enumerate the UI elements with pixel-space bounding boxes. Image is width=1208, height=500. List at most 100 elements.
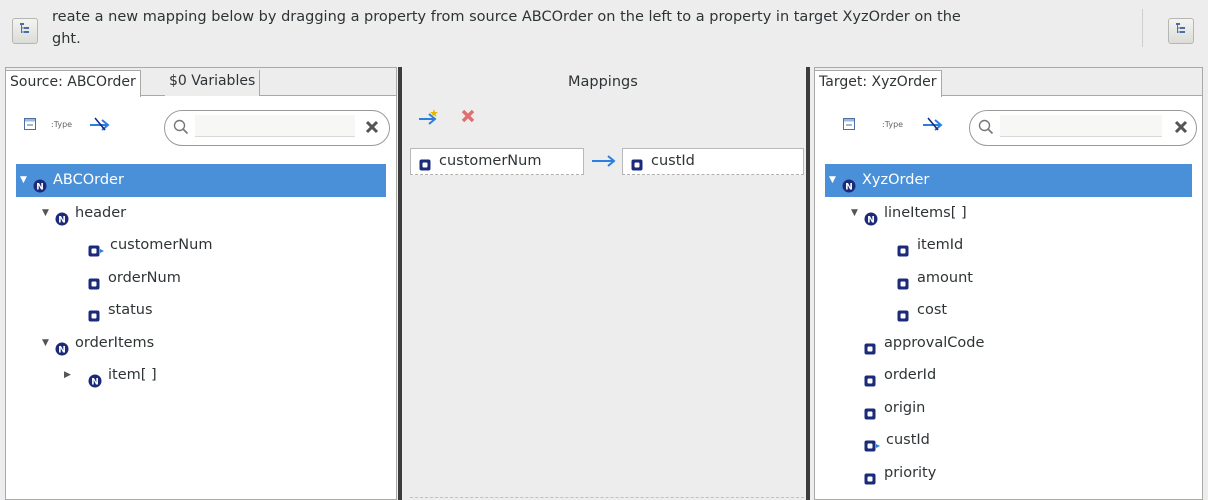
property-icon xyxy=(88,271,102,289)
add-mapping-icon xyxy=(418,109,440,130)
tree-node[interactable]: ▼ NlineItems[ ] xyxy=(825,197,1192,230)
show-types-button[interactable]: :Type xyxy=(881,116,907,136)
tree-node-label: status xyxy=(108,302,153,318)
tree-node-label: orderItems xyxy=(75,334,155,351)
target-search xyxy=(969,110,1197,146)
tree-node[interactable]: ▼ NorderItems xyxy=(16,327,386,360)
show-tree-button-left[interactable] xyxy=(12,18,38,44)
tree-node[interactable]: priority xyxy=(825,457,1192,490)
property-icon xyxy=(897,303,911,322)
mappings-title: Mappings xyxy=(568,74,638,90)
collapse-all-icon xyxy=(23,117,37,135)
svg-text:N: N xyxy=(845,183,853,193)
expander-open-icon[interactable]: ▼ xyxy=(42,197,54,229)
clear-search-icon[interactable] xyxy=(365,120,379,138)
object-icon: N xyxy=(55,206,69,225)
collapse-all-button[interactable] xyxy=(839,116,859,136)
tree-node-label: header xyxy=(75,204,127,221)
target-toolbar: :Type xyxy=(815,106,1202,146)
target-pane: Target: XyzOrder :Type ▼ N XyzOrder ▼ NlineI… xyxy=(814,67,1203,500)
tree-node[interactable]: customerNum xyxy=(16,229,386,262)
collapse-all-icon xyxy=(842,117,856,135)
source-tree: ▼ N ABCOrder ▼ Nheader customerNum orderNum sta… xyxy=(16,164,386,392)
property-icon xyxy=(897,271,911,289)
search-icon xyxy=(173,119,189,139)
svg-text::Type: :Type xyxy=(51,120,72,129)
add-mapping-button[interactable] xyxy=(418,108,440,126)
source-search-input[interactable] xyxy=(195,115,355,137)
tree-node[interactable]: ▶ Nitem[ ] xyxy=(16,359,386,392)
tree-node-label: customerNum xyxy=(110,237,213,253)
mapping-source-field[interactable]: customerNum xyxy=(410,148,584,175)
expander-open-icon[interactable]: ▼ xyxy=(20,164,32,196)
collapse-all-button[interactable] xyxy=(20,116,40,136)
delete-mapping-button[interactable] xyxy=(460,108,482,126)
expander-open-icon[interactable]: ▼ xyxy=(42,327,54,359)
type-icon: :Type xyxy=(50,117,76,135)
tree-node[interactable]: itemId xyxy=(825,229,1192,262)
instruction-line-2: ght. xyxy=(52,31,81,47)
tree-node[interactable]: ▼ N XyzOrder xyxy=(825,164,1192,197)
mapped-property-icon xyxy=(88,238,104,257)
tree-node[interactable]: approvalCode xyxy=(825,327,1192,360)
tree-layout-icon xyxy=(1174,22,1188,40)
property-icon xyxy=(88,303,102,322)
property-icon xyxy=(864,336,878,354)
source-search xyxy=(164,110,390,146)
tree-node-label: approvalCode xyxy=(884,334,985,351)
tree-node-label: XyzOrder xyxy=(862,172,930,188)
svg-text::Type: :Type xyxy=(882,120,903,129)
tree-node-label: origin xyxy=(884,399,926,416)
show-tree-button-right[interactable] xyxy=(1168,18,1194,44)
source-pane: Source: ABCOrder $0 Variables :Type ▼ N AB… xyxy=(5,67,397,500)
target-tabbar: Target: XyzOrder xyxy=(814,68,1202,97)
tree-node-label: orderId xyxy=(884,367,937,383)
tree-node[interactable]: custId xyxy=(825,424,1192,457)
right-splitter[interactable] xyxy=(806,67,810,500)
tree-node-label: itemId xyxy=(917,237,964,253)
show-mapped-button[interactable] xyxy=(921,116,945,136)
tree-node[interactable]: ▼ Nheader xyxy=(16,197,386,230)
object-icon: N xyxy=(33,173,47,193)
property-icon xyxy=(897,238,911,257)
mapped-filter-icon xyxy=(88,115,112,137)
instruction-line-1: reate a new mapping below by dragging a … xyxy=(52,9,961,25)
tree-node[interactable]: ▼ N ABCOrder xyxy=(16,164,386,197)
property-icon xyxy=(864,466,878,484)
show-types-button[interactable]: :Type xyxy=(50,116,76,136)
object-icon: N xyxy=(842,173,856,193)
expander-open-icon[interactable]: ▼ xyxy=(829,164,841,196)
svg-text:N: N xyxy=(867,215,875,225)
tree-node[interactable]: orderNum xyxy=(16,262,386,295)
tree-node-label: orderNum xyxy=(108,269,181,286)
expander-open-icon[interactable]: ▼ xyxy=(851,197,863,229)
source-toolbar: :Type xyxy=(6,106,396,146)
tree-node[interactable]: amount xyxy=(825,262,1192,295)
show-mapped-button[interactable] xyxy=(88,116,112,136)
property-icon xyxy=(419,155,431,171)
tree-node[interactable]: status xyxy=(16,294,386,327)
clear-search-icon[interactable] xyxy=(1174,120,1188,138)
mapping-arrow-icon xyxy=(591,152,617,170)
mapping-target-field[interactable]: custId xyxy=(622,148,804,175)
tree-node[interactable]: orderId xyxy=(825,359,1192,392)
tab-target[interactable]: Target: XyzOrder xyxy=(814,70,942,97)
tab-source[interactable]: Source: ABCOrder xyxy=(5,70,141,97)
tree-node[interactable]: cost xyxy=(825,294,1192,327)
object-icon: N xyxy=(88,368,102,388)
object-icon: N xyxy=(55,336,69,355)
instruction-text: reate a new mapping below by dragging a … xyxy=(52,6,1132,50)
property-icon xyxy=(631,155,643,171)
tab-variables[interactable]: $0 Variables xyxy=(165,70,261,96)
mapping-source-label: customerNum xyxy=(439,153,542,169)
tree-node-label: lineItems[ ] xyxy=(884,204,967,221)
tree-node-label: amount xyxy=(917,269,973,286)
target-tree: ▼ N XyzOrder ▼ NlineItems[ ] itemId amount cost… xyxy=(825,164,1192,489)
tree-node-label: priority xyxy=(884,464,937,481)
target-search-input[interactable] xyxy=(1000,115,1162,137)
source-tabbar: Source: ABCOrder $0 Variables xyxy=(5,68,396,97)
expander-closed-icon[interactable]: ▶ xyxy=(64,359,76,391)
tree-node-label: custId xyxy=(886,432,930,448)
left-splitter[interactable] xyxy=(398,67,402,500)
tree-node[interactable]: origin xyxy=(825,392,1192,425)
